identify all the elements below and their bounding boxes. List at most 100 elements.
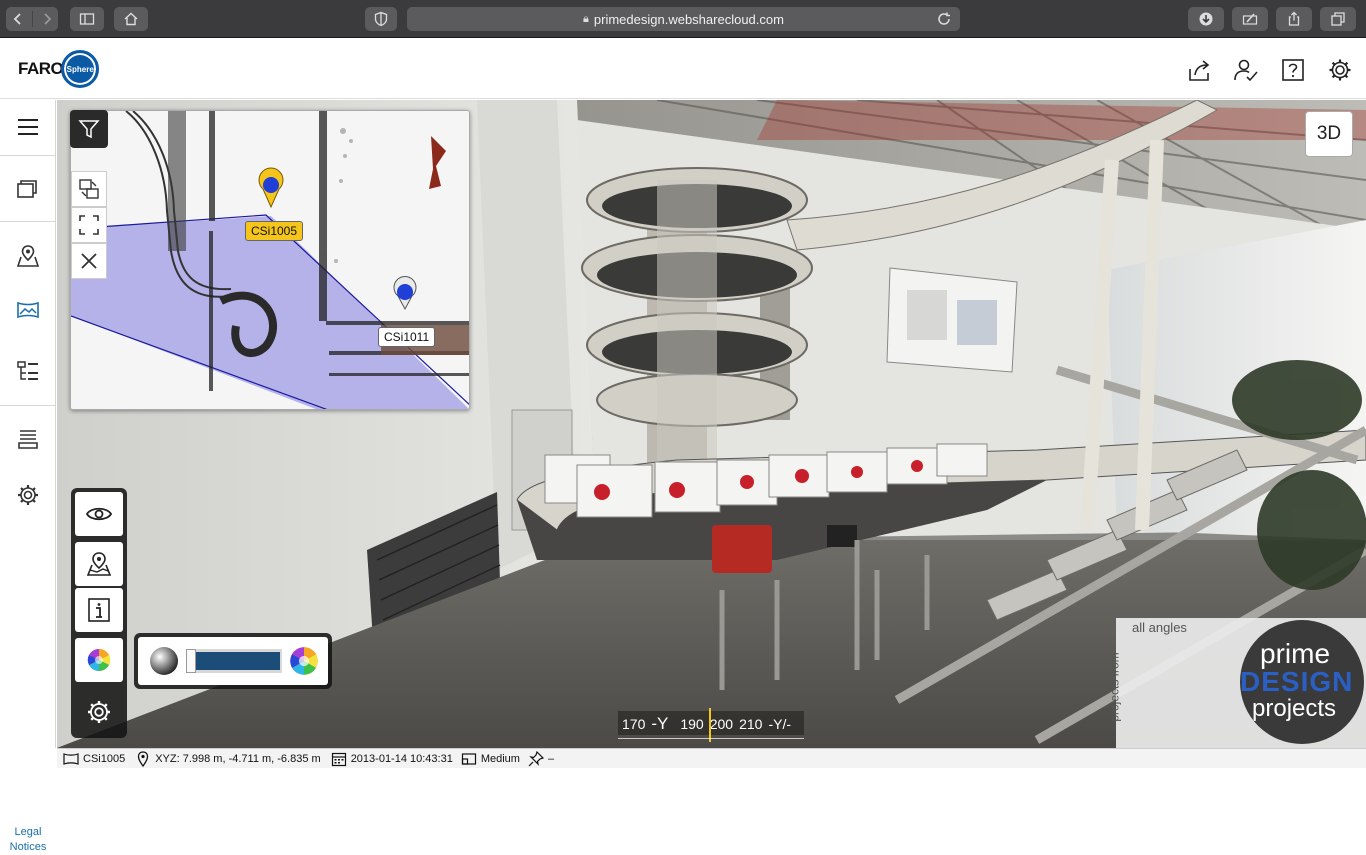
color-mode-button[interactable] — [75, 638, 123, 682]
status-resolution: Medium — [461, 751, 520, 767]
location-pin-icon — [138, 750, 149, 767]
tabs-icon — [1331, 12, 1345, 26]
gear-icon — [18, 485, 38, 505]
share-button[interactable] — [1276, 7, 1312, 31]
markup-button[interactable] — [1232, 7, 1268, 31]
layers-icon — [17, 180, 37, 198]
browser-toolbar: 🔒︎ primedesign.websharecloud.com — [0, 0, 1366, 38]
fullscreen-icon — [79, 215, 99, 235]
brand-line-1: prime — [1260, 638, 1331, 669]
address-bar[interactable]: 🔒︎ primedesign.websharecloud.com — [407, 7, 960, 31]
viewer-settings-button[interactable] — [75, 690, 123, 734]
legal-notices-link[interactable]: Legal Notices — [0, 825, 56, 855]
legal-line-1: Legal — [14, 826, 42, 838]
compass-tick: 200 — [709, 716, 734, 732]
downloads-button[interactable] — [1188, 7, 1224, 31]
left-sidebar: Legal Notices — [0, 100, 56, 853]
sidebar-item-settings[interactable] — [0, 468, 56, 522]
pencil-icon — [1242, 13, 1258, 25]
app-header: FARO Sphere — [0, 39, 1366, 99]
panorama-icon — [63, 752, 79, 765]
compass-tick: 210 — [739, 716, 763, 732]
settings-button[interactable] — [1327, 57, 1353, 83]
resolution-icon — [461, 752, 476, 765]
back-forward-buttons[interactable] — [6, 7, 58, 31]
status-scan: CSi1005 — [63, 751, 125, 767]
status-scan-name: CSi1005 — [83, 752, 126, 765]
minimap-fullscreen-button[interactable] — [71, 207, 107, 243]
viewer-tool-panel — [71, 488, 127, 738]
legal-line-2: Notices — [9, 841, 47, 853]
gear-icon — [1329, 59, 1351, 81]
brand-line-3: projects — [1252, 695, 1337, 722]
status-datetime: 2013-01-14 10:43:31 — [331, 751, 453, 767]
filter-button[interactable] — [70, 110, 108, 148]
hamburger-icon — [18, 119, 38, 135]
visibility-button[interactable] — [75, 492, 123, 536]
pin-label-csi1011[interactable]: CSi1011 — [378, 327, 436, 347]
floorplan-map[interactable] — [71, 111, 470, 410]
home-button[interactable] — [114, 7, 148, 31]
status-pin: – — [528, 750, 555, 767]
view-3d-button[interactable]: 3D — [1305, 111, 1353, 157]
url-text: primedesign.websharecloud.com — [593, 11, 784, 27]
tabs-button[interactable] — [1320, 7, 1356, 31]
map-button[interactable] — [75, 542, 123, 586]
info-button[interactable] — [75, 588, 123, 632]
menu-button[interactable] — [0, 100, 56, 154]
close-icon — [81, 253, 97, 269]
filter-icon — [78, 120, 100, 139]
shield-icon — [374, 11, 388, 27]
sphere-badge-text: Sphere — [66, 64, 94, 74]
pushpin-icon — [528, 750, 544, 766]
pin-label-csi1005[interactable]: CSi1005 — [245, 221, 304, 241]
swap-view-icon — [79, 179, 99, 199]
sphere-badge: Sphere — [61, 50, 100, 88]
compass-tick: -Y/- — [768, 716, 791, 732]
help-button[interactable] — [1280, 57, 1306, 83]
chevron-left-icon[interactable] — [10, 11, 26, 27]
user-button[interactable] — [1233, 57, 1259, 83]
sidebar-item-layers[interactable] — [0, 413, 56, 467]
compass-strip: 170 -Y 190 200 210 -Y/- — [618, 708, 804, 742]
blend-slider-handle[interactable] — [186, 649, 196, 673]
sidebar-toggle-button[interactable] — [70, 7, 104, 31]
sidebar-item-map[interactable] — [0, 229, 56, 283]
sidebar-item-lists[interactable] — [0, 344, 56, 398]
blend-slider-track[interactable] — [186, 649, 282, 673]
home-icon — [124, 12, 138, 26]
eye-icon — [85, 507, 113, 521]
brand-tagline: all angles — [1132, 620, 1187, 635]
status-pin-value: – — [547, 752, 555, 765]
minimap-panel[interactable]: CSi1005 CSi1011 — [70, 110, 470, 410]
brand-line-2: DESIGN — [1240, 666, 1354, 697]
status-bar: CSi1005 XYZ: 7.998 m, -4.711 m, -6.835 m… — [57, 748, 1366, 768]
stack-icon — [18, 430, 38, 449]
share-arrow-icon — [1189, 60, 1210, 81]
reload-icon[interactable] — [936, 11, 952, 27]
share-icon — [1288, 11, 1300, 26]
sidebar-item-projects[interactable] — [0, 162, 56, 216]
faro-sphere-logo[interactable]: FARO Sphere — [18, 47, 100, 91]
sidebar-item-panorama[interactable] — [0, 283, 56, 337]
gear-icon — [88, 701, 110, 723]
help-icon — [1282, 59, 1304, 81]
compass-tick: 170 — [622, 716, 646, 732]
minimap-close-button[interactable] — [71, 243, 107, 279]
compass-needle — [709, 708, 711, 742]
privacy-button[interactable] — [365, 7, 397, 31]
info-icon — [88, 598, 110, 622]
sidebar-icon — [79, 13, 95, 25]
status-position: XYZ: 7.998 m, -4.711 m, -6.835 m — [135, 750, 321, 767]
color-blend-panel — [134, 633, 332, 689]
minimap-swap-button[interactable] — [71, 171, 107, 207]
share-button[interactable] — [1187, 57, 1213, 83]
status-date: 2013-01-14 10:43:31 — [350, 752, 453, 765]
user-check-icon — [1234, 59, 1258, 82]
calendar-icon — [331, 752, 346, 766]
color-wheel-icon[interactable] — [288, 645, 320, 677]
color-wheel-icon — [87, 648, 111, 672]
grayscale-sphere-icon[interactable] — [148, 645, 180, 677]
chevron-right-icon[interactable] — [39, 11, 55, 27]
lock-icon: 🔒︎ — [583, 12, 589, 25]
